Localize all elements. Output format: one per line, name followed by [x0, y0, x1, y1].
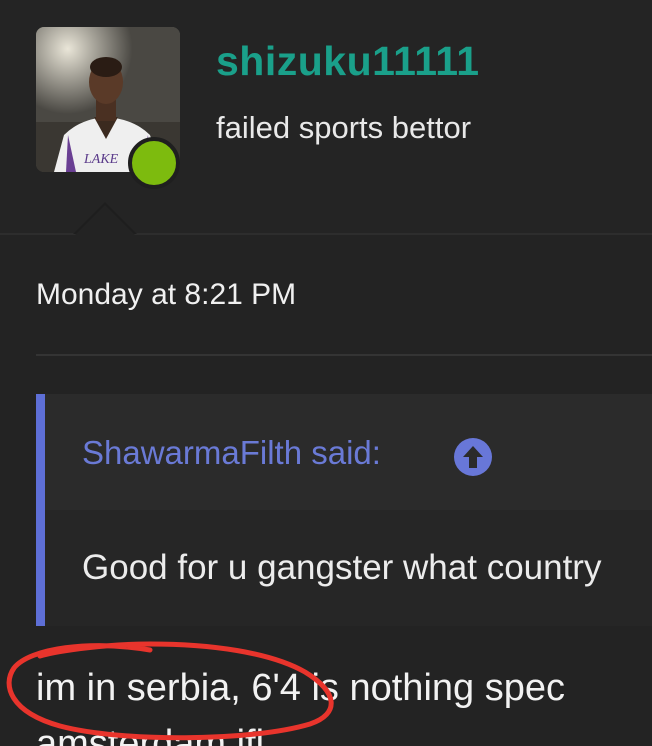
- post-timestamp[interactable]: Monday at 8:21 PM: [36, 278, 296, 312]
- message-line: amsterdam ifl: [36, 723, 265, 746]
- header-pointer-inner: [75, 205, 135, 235]
- arrow-up-circle-icon[interactable]: [454, 438, 492, 476]
- online-status-indicator: [128, 137, 180, 189]
- user-title: failed sports bettor: [216, 110, 472, 145]
- post-message: im in serbia, 6'4 is nothing spec amsterd…: [36, 660, 652, 746]
- svg-text:LAKE: LAKE: [83, 152, 119, 167]
- quote-text: Good for u gangster what country: [82, 548, 602, 587]
- quote-content: Good for u gangster what country: [45, 510, 652, 626]
- quote-author-link[interactable]: ShawarmaFilth said:: [82, 434, 381, 472]
- quote-block: ShawarmaFilth said: Good for u gangster …: [36, 394, 652, 626]
- username-link[interactable]: shizuku11111: [216, 38, 480, 85]
- quote-header: ShawarmaFilth said:: [45, 394, 652, 510]
- message-line: im in serbia, 6'4 is nothing spec: [36, 667, 565, 709]
- timestamp-divider: [36, 354, 652, 356]
